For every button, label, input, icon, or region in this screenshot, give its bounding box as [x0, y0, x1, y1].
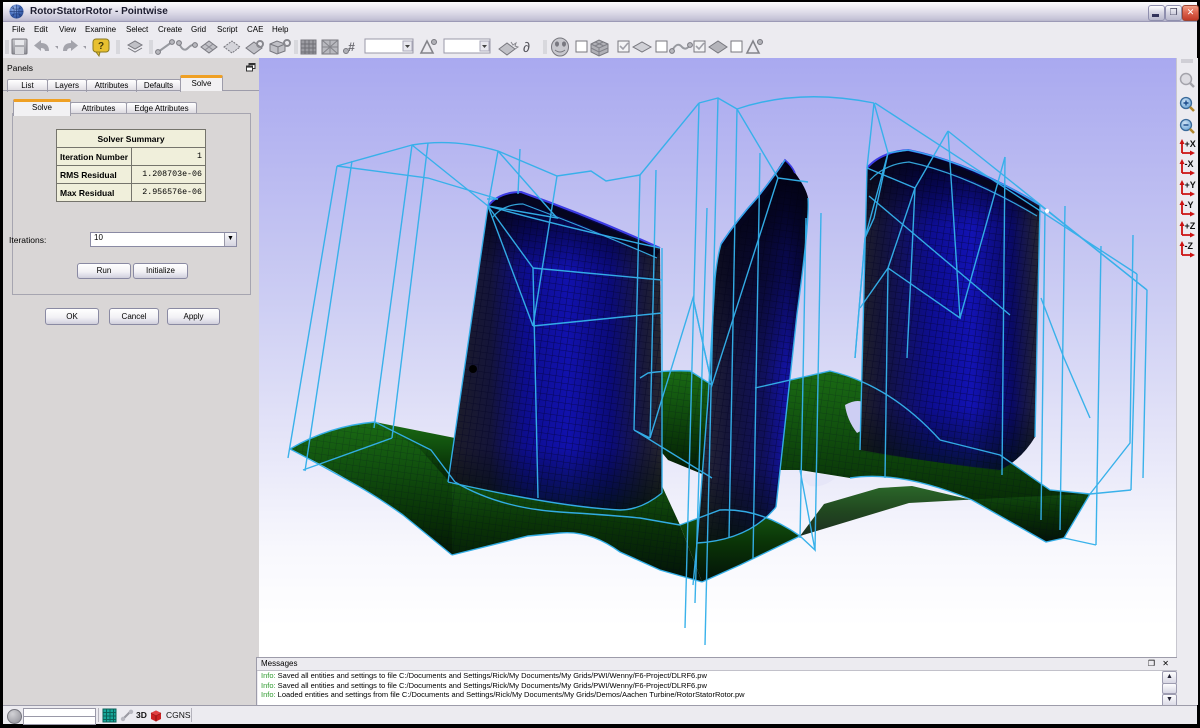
svg-text:?: ?: [98, 41, 104, 52]
svg-text:#: #: [348, 40, 355, 54]
svg-text:+X: +X: [1185, 139, 1196, 149]
svg-text:-X: -X: [1185, 159, 1194, 169]
svg-text:∂: ∂: [523, 39, 530, 55]
svg-text:+Z: +Z: [1185, 221, 1196, 231]
svg-text:-Z: -Z: [1185, 241, 1194, 251]
svg-text:+Y: +Y: [1185, 180, 1196, 190]
svg-text:-Y: -Y: [1185, 200, 1194, 210]
